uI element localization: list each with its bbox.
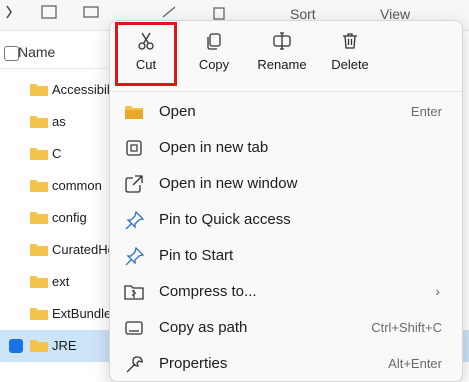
rename-button[interactable]: Rename — [254, 25, 310, 83]
menu-item-pin-start[interactable]: Pin to Start — [114, 239, 458, 273]
folder-icon — [125, 106, 143, 119]
menu-item-label: Copy as path — [159, 319, 248, 336]
file-name: ext — [52, 274, 70, 289]
new-folder-icon[interactable] — [40, 4, 58, 20]
share-toolbar-icon[interactable] — [160, 4, 178, 20]
menu-item-label: Pin to Start — [159, 247, 234, 264]
rename-toolbar-icon[interactable] — [82, 4, 100, 20]
copy-label: Copy — [198, 57, 230, 72]
row-checkbox[interactable] — [9, 339, 23, 353]
file-name: as — [52, 114, 66, 129]
file-name: Accessibili — [52, 82, 110, 97]
delete-button[interactable]: Delete — [322, 25, 378, 83]
pin-icon — [125, 211, 144, 229]
menu-item-copy-as-path[interactable]: Copy as path Ctrl+Shift+C — [114, 311, 458, 345]
menu-item-label: Open — [159, 103, 196, 120]
rename-label: Rename — [257, 57, 307, 72]
menu-item-open-new-tab[interactable]: Open in new tab — [114, 131, 458, 165]
path-icon — [125, 321, 143, 335]
folder-icon — [30, 84, 48, 96]
copy-button[interactable]: Copy — [186, 25, 242, 83]
menu-item-properties[interactable]: Properties Alt+Enter — [114, 347, 458, 381]
folder-icon — [30, 116, 48, 128]
file-name: CuratedHe — [52, 242, 110, 257]
rename-icon — [273, 32, 291, 50]
cut-button[interactable]: Cut — [115, 22, 177, 86]
menu-item-label: Compress to... — [159, 283, 257, 300]
menu-item-open-new-window[interactable]: Open in new window — [114, 167, 458, 201]
menu-item-label: Pin to Quick access — [159, 211, 291, 228]
menu-item-label: Open in new window — [159, 175, 298, 192]
chevron-right-icon: › — [435, 283, 440, 299]
folder-icon — [30, 244, 48, 256]
name-column-header[interactable]: Name — [18, 44, 55, 60]
file-name: common — [52, 178, 102, 193]
file-name: C — [52, 146, 62, 161]
wrench-icon — [126, 356, 143, 373]
folder-icon — [30, 148, 48, 160]
trash-icon — [343, 33, 357, 49]
folder-icon — [30, 212, 48, 224]
folder-icon — [30, 180, 48, 192]
menu-item-label: Properties — [159, 355, 228, 372]
new-tab-icon — [126, 140, 142, 156]
file-name: ExtBundles — [52, 306, 110, 321]
pin-start-icon — [125, 247, 144, 265]
copy-icon — [207, 33, 221, 50]
folder-icon — [30, 276, 48, 288]
menu-item-compress[interactable]: Compress to... › — [114, 275, 458, 309]
file-name: config — [52, 210, 87, 225]
menu-item-shortcut: Enter — [410, 104, 442, 119]
cut-label: Cut — [135, 57, 157, 72]
menu-item-shortcut: Alt+Enter — [388, 356, 442, 371]
header-divider — [0, 68, 108, 69]
delete-toolbar-icon[interactable] — [210, 4, 228, 20]
chevron-icon[interactable] — [2, 4, 20, 20]
context-menu: Cut Copy Rename Delete Open Enter Open i… — [109, 20, 463, 382]
menu-item-shortcut: Ctrl+Shift+C — [371, 320, 442, 335]
select-all-checkbox[interactable] — [4, 46, 19, 61]
delete-label: Delete — [331, 57, 369, 72]
menu-item-pin-quick-access[interactable]: Pin to Quick access — [114, 203, 458, 237]
new-window-icon — [125, 175, 143, 193]
folder-icon — [30, 308, 48, 320]
archive-icon — [124, 285, 144, 300]
menu-item-open[interactable]: Open Enter — [114, 95, 458, 129]
menu-separator — [110, 91, 462, 92]
file-name: JRE — [52, 338, 77, 353]
scissors-icon — [138, 32, 154, 50]
folder-icon — [30, 340, 48, 352]
menu-item-label: Open in new tab — [159, 139, 269, 156]
